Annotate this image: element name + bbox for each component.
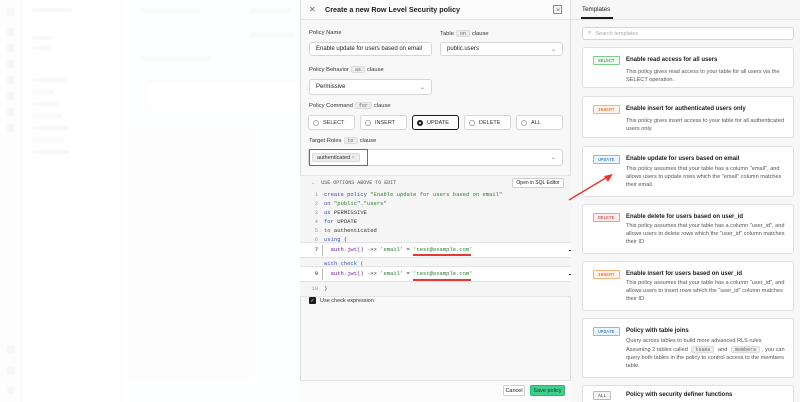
cancel-button[interactable]: Cancel: [503, 385, 525, 396]
highlight-box-roles: [309, 149, 368, 166]
checkbox-checked-icon: ✓: [309, 297, 316, 304]
template-card[interactable]: SELECT Enable read access for all users …: [582, 47, 794, 88]
editor-title: Create a new Row Level Security policy: [325, 5, 461, 14]
template-desc: This policy assumes that your table has …: [626, 223, 785, 245]
template-title: Policy with table joins: [626, 328, 689, 334]
command-option-insert[interactable]: INSERT: [360, 115, 407, 130]
template-card[interactable]: DELETE Enable delete for users based on …: [582, 204, 794, 254]
tab-underline: [581, 17, 613, 19]
behavior-select-value: Permissive: [316, 84, 346, 90]
template-title: Enable update for users based on email: [626, 156, 740, 162]
behavior-label: Policy Behavior as clause: [309, 66, 384, 74]
code-line-5: 5 to authenticated: [314, 227, 377, 234]
radio-selected-icon: [417, 119, 423, 126]
code-header: ⌄ USE OPTIONS ABOVE TO EDIT: [311, 180, 397, 186]
table-select-value: public.users: [447, 46, 480, 52]
annotation-arrow-icon: [568, 174, 613, 201]
command-radio-group: SELECT INSERT UPDATE DELETE ALL: [308, 115, 563, 130]
table-select[interactable]: public.users ⌄: [440, 42, 563, 56]
template-title: Enable insert for authenticated users on…: [626, 106, 746, 112]
code-line-1: 1 create policy "Enable update for users …: [314, 191, 503, 198]
policy-name-input[interactable]: Enable update for users based on email: [309, 42, 432, 56]
template-desc: This policy gives read access to your ta…: [626, 69, 780, 83]
editor-header: ✕ Create a new Row Level Security policy…: [301, 0, 570, 20]
code-chip-teams: teams: [691, 346, 715, 354]
template-card[interactable]: ALL Policy with security definer functio…: [582, 385, 794, 402]
template-card[interactable]: UPDATE Policy with table joins Query acr…: [582, 318, 794, 378]
radio-icon: [469, 119, 475, 126]
code-line-10: 10): [311, 285, 328, 292]
badge-all: ALL: [593, 391, 612, 400]
badge-update: UPDATE: [593, 155, 620, 164]
template-title: Enable insert for users based on user_id: [626, 271, 743, 277]
code-line-2: 2 on "public"."users": [314, 200, 387, 207]
check-expression-label: Use check expression: [320, 297, 374, 304]
chevron-down-icon: ⌄: [419, 85, 425, 91]
radio-icon: [313, 119, 319, 126]
command-label: Policy Command for clause: [309, 102, 391, 110]
template-search[interactable]: ⌕: [582, 27, 794, 40]
template-desc: Query across tables to build more advanc…: [626, 338, 762, 344]
policy-name-label: Policy Name: [309, 30, 342, 36]
badge-update: UPDATE: [593, 327, 620, 336]
policy-name-value: Enable update for users based on email: [316, 46, 423, 52]
chevron-down-icon: ⌄: [550, 47, 556, 53]
template-card[interactable]: INSERT Enable insert for authenticated u…: [582, 96, 794, 138]
table-label: Table on clause: [440, 30, 489, 38]
roles-label: Target Roles to clause: [309, 137, 377, 145]
search-icon: ⌕: [588, 30, 592, 36]
badge-select: SELECT: [593, 56, 620, 65]
chevron-down-icon: ⌄: [550, 155, 556, 161]
radio-icon: [365, 119, 371, 126]
command-option-delete[interactable]: DELETE: [464, 115, 511, 130]
highlight-underline-using: [413, 254, 471, 256]
code-line-9: 9 auth.jwt() ->> 'email' = 'test@example…: [314, 270, 473, 277]
roles-chip: to: [343, 137, 358, 144]
open-in-sql-editor-button[interactable]: Open in SQL Editor: [512, 178, 564, 188]
expand-icon[interactable]: ⇲: [553, 5, 562, 14]
template-title: Enable delete for users based on user_id: [626, 214, 744, 220]
code-line-3: 3 as PERMISSIVE: [314, 209, 367, 216]
chevron-icon: ⌄: [311, 180, 316, 186]
badge-delete: DELETE: [593, 213, 620, 222]
command-option-select[interactable]: SELECT: [308, 115, 355, 130]
behavior-select[interactable]: Permissive ⌄: [309, 79, 432, 95]
command-option-all[interactable]: ALL: [516, 115, 563, 130]
save-policy-button[interactable]: Save policy: [530, 385, 565, 396]
use-check-expression-checkbox[interactable]: ✓ Use check expression: [309, 297, 374, 304]
template-card[interactable]: INSERT Enable insert for users based on …: [582, 261, 794, 311]
badge-insert: INSERT: [593, 270, 620, 279]
template-title: Policy with security definer functions: [626, 392, 733, 398]
close-icon[interactable]: ✕: [309, 5, 321, 14]
code-line-4: 4 for UPDATE: [314, 218, 358, 225]
template-search-input[interactable]: [595, 30, 776, 37]
code-line-7: 7 auth.jwt() ->> 'email' = 'test@example…: [314, 246, 473, 253]
code-chip-members: members: [730, 346, 760, 354]
command-chip: for: [354, 102, 372, 109]
template-desc-2: Assuming 2 tables called teams and membe…: [626, 346, 785, 369]
behavior-chip: as: [350, 66, 365, 73]
tab-templates[interactable]: Templates: [582, 6, 610, 13]
command-option-update[interactable]: UPDATE: [412, 115, 459, 130]
radio-icon: [521, 119, 527, 126]
badge-insert: INSERT: [593, 105, 620, 114]
template-desc: This policy gives insert access to your …: [626, 118, 784, 132]
template-desc: This policy assumes that your table has …: [626, 166, 782, 188]
highlight-underline-check: [413, 279, 471, 281]
template-desc: This policy assumes that your table has …: [626, 280, 785, 302]
template-title: Enable read access for all users: [626, 57, 718, 63]
table-chip: on: [455, 30, 470, 37]
